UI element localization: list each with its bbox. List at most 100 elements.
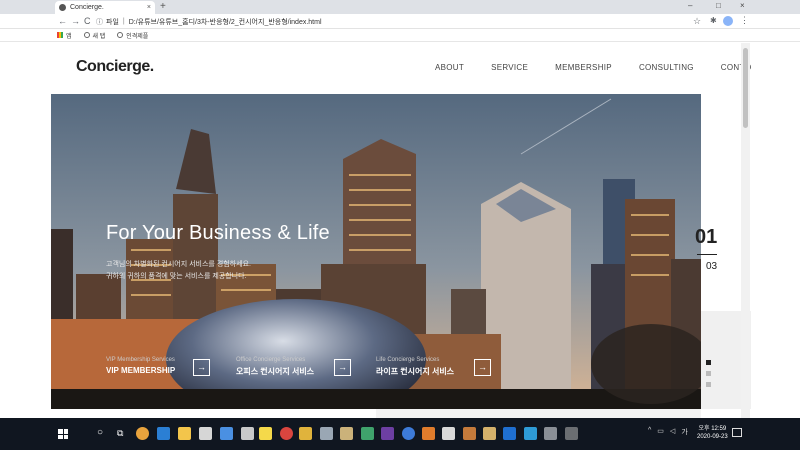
globe-icon	[83, 32, 90, 38]
service-sub: Office Concierge Services	[236, 357, 306, 363]
app-icon[interactable]	[361, 427, 374, 440]
edge-icon[interactable]	[157, 427, 170, 440]
url-field[interactable]: ⓘ 파일 | D:/유튜브/유튜브_홈디/3차-반응형/2_컨시어지_반응형/i…	[96, 16, 706, 27]
tab-strip: Concierge. × + – □ ×	[0, 0, 800, 14]
url-text: D:/유튜브/유튜브_홈디/3차-반응형/2_컨시어지_반응형/index.ht…	[128, 18, 322, 26]
pen-icon[interactable]	[299, 427, 312, 440]
arrow-right-icon[interactable]: →	[193, 359, 210, 376]
service-vip[interactable]: VIP Membership Services VIP MEMBERSHIP →	[106, 357, 210, 376]
arrow-right-icon[interactable]: →	[474, 359, 491, 376]
app-icon[interactable]	[241, 427, 254, 440]
service-life[interactable]: Life Concierge Services 라이프 컨시어지 서비스 →	[376, 357, 491, 377]
nav-about[interactable]: ABOUT	[435, 63, 464, 72]
slide-current-number: 01	[695, 226, 718, 248]
bookmark-new-tab[interactable]: 새 탭	[83, 31, 106, 40]
back-button[interactable]: ←	[58, 16, 67, 26]
taskbar-clock[interactable]: 오후 12:59 2020-09-23	[697, 425, 728, 441]
clock-date: 2020-09-23	[697, 434, 728, 440]
slide-total-number: 03	[706, 261, 718, 272]
service-name: 라이프 컨시어지 서비스	[376, 367, 455, 376]
service-name: 오피스 컨시어지 서비스	[236, 367, 315, 376]
bookmark-label: 인격제플	[126, 33, 149, 40]
service-name: VIP MEMBERSHIP	[106, 366, 176, 375]
kakaotalk-icon[interactable]	[259, 427, 272, 440]
browser-tab[interactable]: Concierge. ×	[55, 1, 155, 14]
system-tray: ^ ▭ ◁ 가	[648, 427, 688, 437]
site-logo[interactable]: Concierge.	[76, 58, 154, 76]
hero-description: 고객님의 차별화된 컨시어지 서비스를 경험하세요. 귀하의 귀하의 품격에 맞…	[106, 259, 306, 283]
info-icon[interactable]: ⓘ	[96, 17, 103, 27]
app-icon[interactable]	[442, 427, 455, 440]
bookmarks-bar: 앱 새 탭 인격제플	[0, 29, 800, 42]
photoshop-icon[interactable]	[503, 427, 516, 440]
network-icon[interactable]: ▭	[657, 427, 664, 437]
app-icon[interactable]	[463, 427, 476, 440]
pagination-dot-1[interactable]	[706, 360, 711, 365]
taskbar: ○ ⧉ ^ ▭ ◁ 가 오후 12:59 2020-09-23	[0, 418, 800, 450]
new-tab-button[interactable]: +	[160, 1, 166, 12]
profile-avatar[interactable]	[723, 16, 733, 26]
bookmark-apps[interactable]: 앱	[57, 31, 72, 40]
service-office[interactable]: Office Concierge Services 오피스 컨시어지 서비스 →	[236, 357, 351, 377]
store-icon[interactable]	[199, 427, 212, 440]
chrome-icon[interactable]	[136, 427, 149, 440]
counter-divider	[697, 254, 717, 255]
bookmark-label: 앱	[66, 33, 72, 40]
ime-language-label[interactable]: 가	[681, 427, 687, 437]
service-sub: VIP Membership Services	[106, 357, 175, 363]
main-nav: ABOUT SERVICE MEMBERSHIP CONSULTING CONT…	[435, 63, 751, 72]
nav-membership[interactable]: MEMBERSHIP	[555, 63, 612, 72]
arrow-right-icon[interactable]: →	[334, 359, 351, 376]
pagination-dot-2[interactable]	[706, 371, 711, 376]
reload-button[interactable]: C	[84, 16, 91, 26]
windows-start-icon[interactable]	[58, 429, 68, 439]
url-scheme-label: 파일	[106, 18, 119, 26]
volume-icon[interactable]: ◁	[670, 427, 675, 437]
app-icon[interactable]	[544, 427, 557, 440]
tray-expand-icon[interactable]: ^	[648, 427, 651, 437]
bookmark-label: 새 탭	[92, 33, 106, 40]
nav-service[interactable]: SERVICE	[491, 63, 528, 72]
web-page: Concierge. ABOUT SERVICE MEMBERSHIP CONS…	[51, 43, 751, 418]
folder-icon[interactable]	[178, 427, 191, 440]
vscode-icon[interactable]	[524, 427, 537, 440]
tab-title: Concierge.	[70, 4, 104, 11]
hero-desc-line: 고객님의 차별화된 컨시어지 서비스를 경험하세요.	[106, 261, 251, 268]
illustrator-icon[interactable]	[422, 427, 435, 440]
app-icon[interactable]	[402, 427, 415, 440]
app-icon[interactable]	[565, 427, 578, 440]
tab-close-icon[interactable]: ×	[147, 4, 151, 11]
notification-icon[interactable]	[732, 428, 742, 437]
screen: Concierge. × + – □ × ← → C ⓘ 파일 | D:/유튜브…	[0, 0, 800, 450]
pagination-dot-3[interactable]	[706, 382, 711, 387]
extensions-icon[interactable]: ✱	[710, 16, 717, 25]
apps-icon	[57, 32, 63, 38]
hero-slider: For Your Business & Life 고객님의 차별화된 컨시어지 …	[51, 94, 701, 409]
app-icon[interactable]	[483, 427, 496, 440]
url-separator: |	[122, 18, 125, 25]
mail-icon[interactable]	[220, 427, 233, 440]
content-strip	[376, 409, 701, 418]
menu-kebab-icon[interactable]: ⋮	[740, 15, 749, 26]
nav-consulting[interactable]: CONSULTING	[639, 63, 694, 72]
task-view-icon[interactable]: ⧉	[117, 428, 123, 439]
service-sub: Life Concierge Services	[376, 357, 440, 363]
bookmark-item[interactable]: 인격제플	[117, 31, 148, 40]
clock-time: 오후 12:59	[698, 426, 727, 432]
maximize-button[interactable]: □	[716, 1, 721, 10]
app-icon[interactable]	[320, 427, 333, 440]
premiere-icon[interactable]	[381, 427, 394, 440]
search-icon[interactable]: ○	[97, 427, 103, 438]
favicon-icon	[59, 4, 66, 11]
app-icon[interactable]	[340, 427, 353, 440]
slider-pagination	[706, 360, 711, 393]
forward-button[interactable]: →	[71, 16, 80, 26]
globe-icon	[117, 32, 124, 38]
record-icon[interactable]	[280, 427, 293, 440]
scrollbar-thumb[interactable]	[743, 48, 748, 128]
page-scrollbar[interactable]	[741, 43, 750, 418]
minimize-button[interactable]: –	[688, 1, 692, 10]
close-window-button[interactable]: ×	[740, 1, 745, 10]
bookmark-star-icon[interactable]: ☆	[693, 16, 701, 27]
address-bar: ← → C ⓘ 파일 | D:/유튜브/유튜브_홈디/3차-반응형/2_컨시어지…	[0, 14, 800, 29]
